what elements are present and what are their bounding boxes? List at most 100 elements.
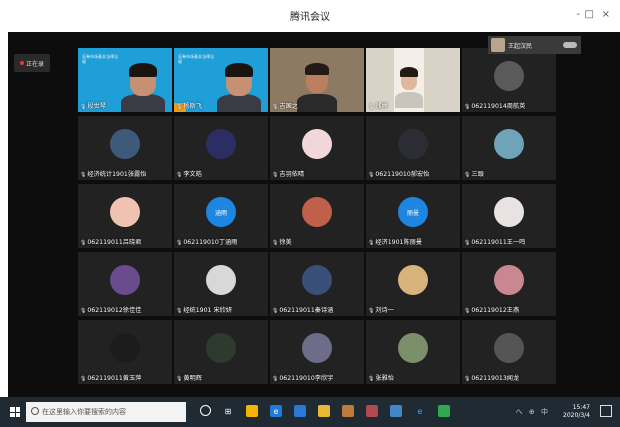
participant-tile[interactable]: 🎙062119010李欣宇: [270, 320, 364, 384]
participant-name: 🎙钱婷: [368, 103, 388, 111]
participant-tile[interactable]: 🎙三頭: [462, 116, 556, 180]
tencent-meeting-icon[interactable]: [294, 405, 306, 417]
participant-name-text: 经济1901陈丽曼: [375, 239, 423, 246]
participant-video: [121, 94, 165, 112]
app-icon[interactable]: [342, 405, 354, 417]
participant-avatar: 涵雨: [206, 197, 236, 227]
participant-avatar: [494, 197, 524, 227]
mic-icon: 🎙: [464, 172, 471, 178]
participant-avatar: [398, 129, 428, 159]
participant-name-text: 黄明辉: [183, 375, 202, 382]
participant-name-text: 经济统计1901张露怡: [87, 171, 147, 178]
participant-tile[interactable]: 🎙062119012徐佳佳: [78, 252, 172, 316]
participant-name-text: 062119011黄玉萍: [87, 375, 142, 382]
participant-tile[interactable]: 🎙062119013闻龙: [462, 320, 556, 384]
participant-avatar: [302, 333, 332, 363]
edge-icon[interactable]: e: [270, 405, 282, 417]
participant-tile[interactable]: 🎙062119011秦诗涵: [270, 252, 364, 316]
participant-avatar: [494, 333, 524, 363]
participant-tile[interactable]: 🎙李文皓: [174, 116, 268, 180]
mic-icon: 🎙: [80, 104, 87, 110]
mic-icon: 🎙: [80, 308, 87, 314]
chrome-icon[interactable]: [246, 405, 258, 417]
participant-name-text: 段世琴: [87, 103, 106, 110]
participant-name: 🎙062119012徐佳佳: [80, 307, 141, 315]
taskbar-search-input[interactable]: 在这里输入你要搜索的内容: [26, 402, 186, 422]
participant-name: 🎙062119014周航英: [464, 103, 525, 111]
mic-icon: 🎙: [176, 240, 183, 246]
participant-name: 🎙刘诗一: [368, 307, 394, 315]
participant-name: 🎙李文皓: [176, 171, 202, 179]
participant-name-text: 钱婷: [375, 103, 388, 110]
participant-tile[interactable]: 🎙062119010郝宏怡: [366, 116, 460, 180]
wechat-icon[interactable]: [438, 405, 450, 417]
participant-tile[interactable]: 🎙张雅怡: [366, 320, 460, 384]
participant-name-text: 李文皓: [183, 171, 202, 178]
mic-icon: 🎙: [176, 376, 183, 382]
participant-tile[interactable]: 🎙钱婷: [366, 48, 460, 112]
file-explorer-icon[interactable]: [318, 405, 330, 417]
mic-icon: 🎙: [80, 172, 87, 178]
participant-avatar: [494, 265, 524, 295]
participant-tile[interactable]: 🎙062119014周航英: [462, 48, 556, 112]
participant-tile[interactable]: 🎙徐美: [270, 184, 364, 248]
mic-icon: 🎙: [176, 104, 183, 110]
participant-name: 🎙吉羽依晴: [272, 171, 304, 179]
participant-tile[interactable]: 🎙黄明辉: [174, 320, 268, 384]
participant-name: 🎙杨斯飞: [176, 103, 202, 111]
photos-icon[interactable]: [390, 405, 402, 417]
participant-tile[interactable]: 🎙刘诗一: [366, 252, 460, 316]
meeting-gallery: 正在录 证券市场基本法律法规 🎙段世琴 证券市场基本法律法规 🎙杨斯飞 🎙吉国之 🎙钱婷 🎙…: [8, 32, 620, 397]
search-placeholder: 在这里输入你要搜索的内容: [42, 408, 126, 416]
participant-tile[interactable]: 🎙经统1901 宋欣妍: [174, 252, 268, 316]
participant-avatar: [494, 129, 524, 159]
participant-tile[interactable]: 丽曼 🎙经济1901陈丽曼: [366, 184, 460, 248]
clock[interactable]: 15:47 2020/3/4: [563, 404, 590, 420]
task-view-icon[interactable]: ⊞: [222, 405, 234, 417]
participant-name: 🎙062119011秦诗涵: [272, 307, 333, 315]
windows-start-icon[interactable]: [10, 407, 20, 417]
participant-avatar: [302, 129, 332, 159]
search-icon: [31, 407, 39, 415]
windows-taskbar: 在这里输入你要搜索的内容 ⊞ e e へ ⊕ 中 15:47 2020/3/4: [0, 397, 620, 427]
ie-icon[interactable]: e: [414, 405, 426, 417]
minimize-button[interactable]: -: [576, 9, 580, 20]
cortana-icon[interactable]: [200, 405, 211, 416]
participant-tile[interactable]: 涵雨 🎙062119010丁涵雨: [174, 184, 268, 248]
participant-tile[interactable]: 证券市场基本法律法规 🎙段世琴: [78, 48, 172, 112]
participant-avatar: [398, 265, 428, 295]
app-icon-2[interactable]: [366, 405, 378, 417]
participant-tile[interactable]: 🎙062119011黄玉萍: [78, 320, 172, 384]
maximize-button[interactable]: □: [585, 9, 594, 20]
participant-name-text: 062119010郝宏怡: [375, 171, 430, 178]
participant-avatar: 丽曼: [398, 197, 428, 227]
recording-badge[interactable]: 正在录: [14, 54, 50, 72]
participant-tile[interactable]: 🎙经济统计1901张露怡: [78, 116, 172, 180]
participant-tile[interactable]: 证券市场基本法律法规 🎙杨斯飞: [174, 48, 268, 112]
participant-name-text: 杨斯飞: [183, 103, 202, 110]
participant-name: 🎙黄明辉: [176, 375, 202, 383]
participant-tile[interactable]: 🎙吉国之: [270, 48, 364, 112]
mic-icon: 🎙: [464, 240, 471, 246]
participant-name-text: 062119012王燕: [471, 307, 520, 314]
notification-icon[interactable]: [600, 405, 612, 417]
participant-name: 🎙062119012王燕: [464, 307, 519, 315]
mic-icon: 🎙: [368, 376, 375, 382]
expand-icon[interactable]: [563, 42, 577, 48]
close-button[interactable]: ×: [602, 9, 610, 20]
host-floating-window[interactable]: 王起汉民: [488, 36, 581, 54]
participant-name-text: 062119012徐佳佳: [87, 307, 142, 314]
participant-name-text: 张雅怡: [375, 375, 394, 382]
mic-icon: 🎙: [272, 376, 279, 382]
participant-name: 🎙062119013闻龙: [464, 375, 519, 383]
participant-tile[interactable]: 🎙吉羽依晴: [270, 116, 364, 180]
participant-name-text: 062119010李欣宇: [279, 375, 334, 382]
mic-icon: 🎙: [176, 172, 183, 178]
participant-tile[interactable]: 🎙062119011吕晓君: [78, 184, 172, 248]
participant-name-text: 吉羽依晴: [279, 171, 305, 178]
participant-tile[interactable]: 🎙062119012王燕: [462, 252, 556, 316]
title-bar: 腾讯会议 - □ ×: [0, 0, 620, 32]
participant-tile[interactable]: 🎙062119011王一鸣: [462, 184, 556, 248]
system-tray[interactable]: へ ⊕ 中: [516, 407, 550, 417]
recording-label: 正在录: [25, 60, 44, 68]
